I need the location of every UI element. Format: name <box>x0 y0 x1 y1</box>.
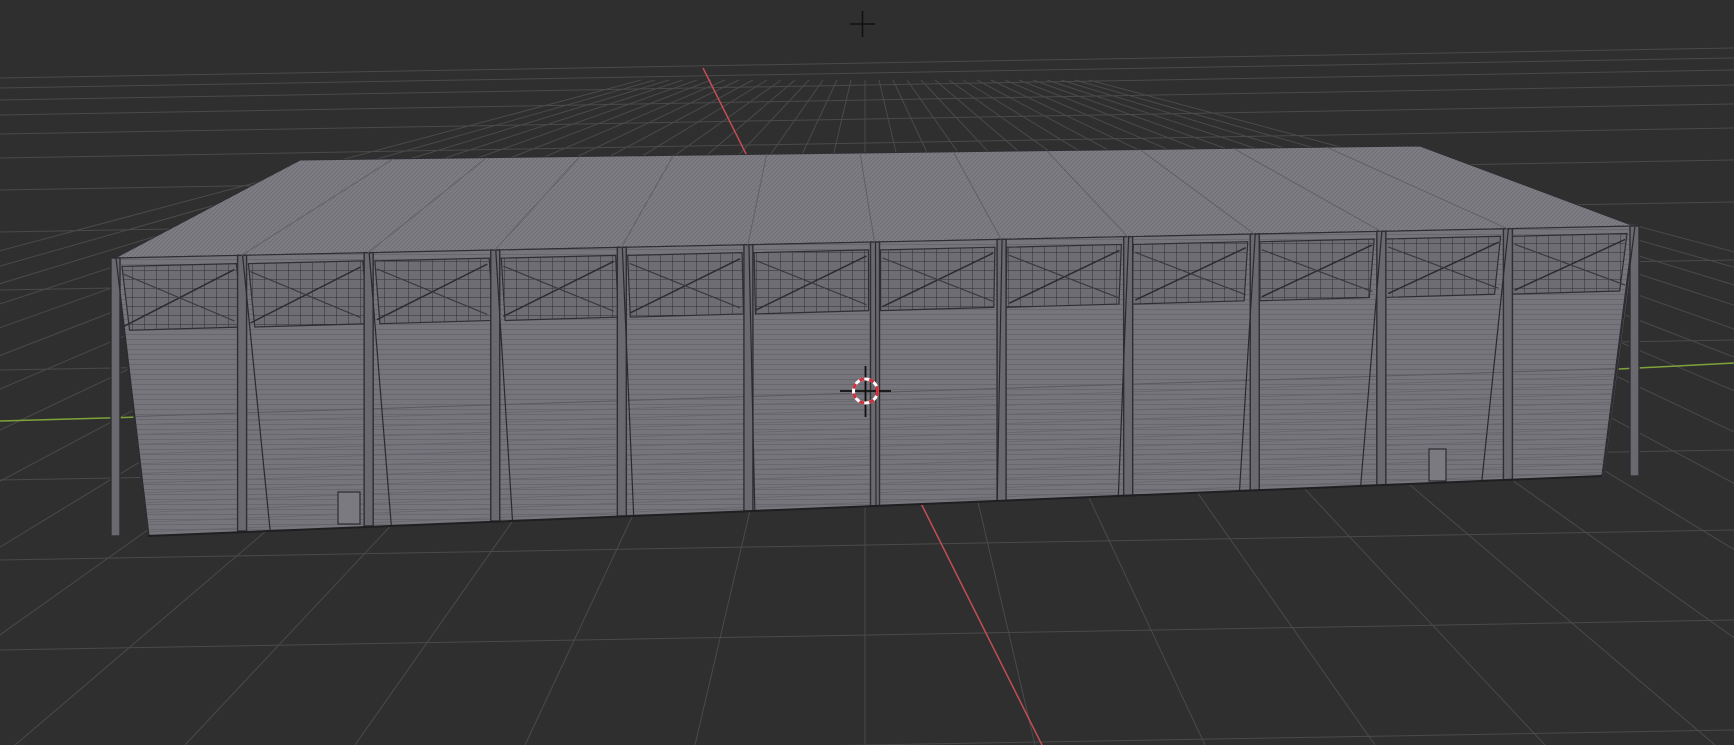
column <box>1629 225 1640 477</box>
column <box>110 257 121 537</box>
grid-line <box>0 84 1734 116</box>
column <box>616 246 628 517</box>
window-band <box>879 246 996 312</box>
column <box>363 251 374 527</box>
grid-line <box>0 69 1734 101</box>
grid-line <box>0 619 1734 651</box>
viewport-canvas[interactable] <box>0 0 1734 745</box>
grid-line <box>0 103 1734 135</box>
door <box>337 491 361 525</box>
column-edge <box>874 241 877 507</box>
grid-line <box>0 529 1734 561</box>
window-band <box>753 249 870 315</box>
crosshair-cursor-icon <box>850 11 875 37</box>
y-axis-line-right <box>1599 362 1734 371</box>
column <box>1122 235 1134 497</box>
door <box>1428 448 1447 482</box>
3d-viewport[interactable] <box>0 0 1734 745</box>
hangar-building[interactable] <box>110 145 1640 537</box>
column <box>1249 233 1260 492</box>
column <box>236 254 248 532</box>
grid-line <box>838 729 1734 745</box>
